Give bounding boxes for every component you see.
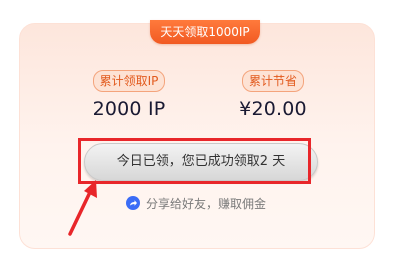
stat-total-saved-value: ¥20.00	[239, 98, 307, 120]
stat-total-ip: 累计领取IP 2000 IP	[59, 70, 199, 120]
pointer-arrow-icon	[68, 180, 97, 236]
stat-total-saved: 累计节省 ¥20.00	[203, 70, 343, 120]
share-arrow-icon	[126, 196, 140, 210]
share-link[interactable]: 分享给好友，赚取佣金	[126, 194, 266, 212]
stat-total-ip-label: 累计领取IP	[92, 70, 166, 92]
daily-reward-ribbon: 天天领取1000IP	[150, 20, 260, 44]
stat-total-saved-label: 累计节省	[241, 70, 304, 92]
highlight-box	[78, 138, 311, 184]
share-label: 分享给好友，赚取佣金	[146, 196, 267, 211]
stat-total-ip-value: 2000 IP	[92, 98, 166, 120]
reward-panel: 天天领取1000IP 累计领取IP 2000 IP 累计节省 ¥20.00 今日…	[0, 0, 393, 264]
